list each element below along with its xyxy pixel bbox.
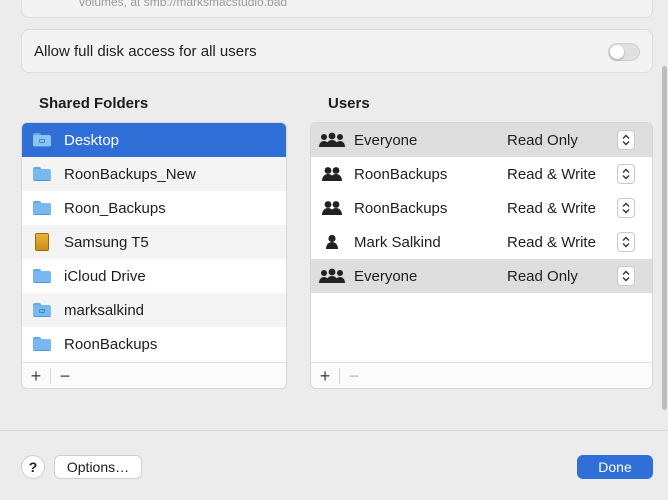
folder-label: Samsung T5 [64,233,149,251]
full-disk-access-toggle[interactable] [608,43,640,61]
full-disk-access-row: Allow full disk access for all users [21,29,653,73]
user-icon [317,232,347,252]
full-disk-access-label: Allow full disk access for all users [34,43,257,60]
permission-select[interactable]: Read & Write [507,234,617,251]
up-down-chevron-icon[interactable] [617,164,635,184]
folder-label: marksalkind [64,301,145,319]
folder-row-desktop[interactable]: Desktop [22,123,286,157]
folder-row[interactable]: RoonBackups_New [22,157,286,191]
permission-select[interactable]: Read Only [507,132,617,149]
user-name: Everyone [354,131,418,149]
folder-icon [33,167,51,181]
group-icon [317,164,347,184]
user-row[interactable]: Mark Salkind Read & Write [311,225,652,259]
folder-label: RoonBackups_New [64,165,196,183]
folder-row[interactable]: iCloud Drive [22,259,286,293]
folder-icon [33,133,51,147]
shared-folders-title: Shared Folders [39,95,149,112]
volume-path-text: volumes, at smb://marksmacstudio.bad [79,0,288,9]
home-folder-icon [33,303,51,317]
permission-select[interactable]: Read Only [507,268,617,285]
up-down-chevron-icon[interactable] [617,266,635,286]
remove-user-button[interactable]: − [340,365,368,387]
user-row[interactable]: Everyone Read Only [311,259,652,293]
group-everyone-icon [317,130,347,150]
permission-select[interactable]: Read & Write [507,200,617,217]
group-everyone-icon [317,266,347,286]
user-row[interactable]: Everyone Read Only [311,123,652,157]
folders-list-toolbar: + − [22,362,286,388]
shared-folders-list: Desktop RoonBackups_New Roon_Backups Sam… [21,122,287,389]
up-down-chevron-icon[interactable] [617,198,635,218]
folder-label: RoonBackups [64,335,158,353]
user-name: Mark Salkind [354,233,441,251]
folder-label: Desktop [64,131,120,149]
folder-label: Roon_Backups [64,199,166,217]
users-list: Everyone Read Only RoonBackups Read & Wr… [310,122,653,389]
up-down-chevron-icon[interactable] [617,130,635,150]
folder-row[interactable]: Roon_Backups [22,191,286,225]
folder-label: iCloud Drive [64,267,146,285]
add-folder-button[interactable]: + [22,365,50,387]
volumes-info-card: volumes, at smb://marksmacstudio.bad [21,0,653,18]
folder-row[interactable]: marksalkind [22,293,286,327]
group-icon [317,198,347,218]
folder-icon [33,269,51,283]
window-scrollbar[interactable] [662,66,667,410]
user-row[interactable]: RoonBackups Read & Write [311,157,652,191]
users-list-toolbar: + − [311,362,652,388]
help-button[interactable]: ? [21,455,45,479]
user-name: Everyone [354,267,418,285]
folder-icon [33,337,51,351]
folder-icon [33,201,51,215]
options-button[interactable]: Options… [54,455,142,479]
add-user-button[interactable]: + [311,365,339,387]
external-drive-icon [35,233,49,251]
users-title: Users [328,95,370,112]
user-name: RoonBackups [354,199,448,217]
permission-select[interactable]: Read & Write [507,166,617,183]
done-button[interactable]: Done [577,455,653,479]
folder-row[interactable]: Samsung T5 [22,225,286,259]
toggle-knob [610,45,624,59]
footer-divider [0,430,668,431]
remove-folder-button[interactable]: − [51,365,79,387]
up-down-chevron-icon[interactable] [617,232,635,252]
user-name: RoonBackups [354,165,448,183]
folder-row[interactable]: RoonBackups [22,327,286,361]
user-row[interactable]: RoonBackups Read & Write [311,191,652,225]
